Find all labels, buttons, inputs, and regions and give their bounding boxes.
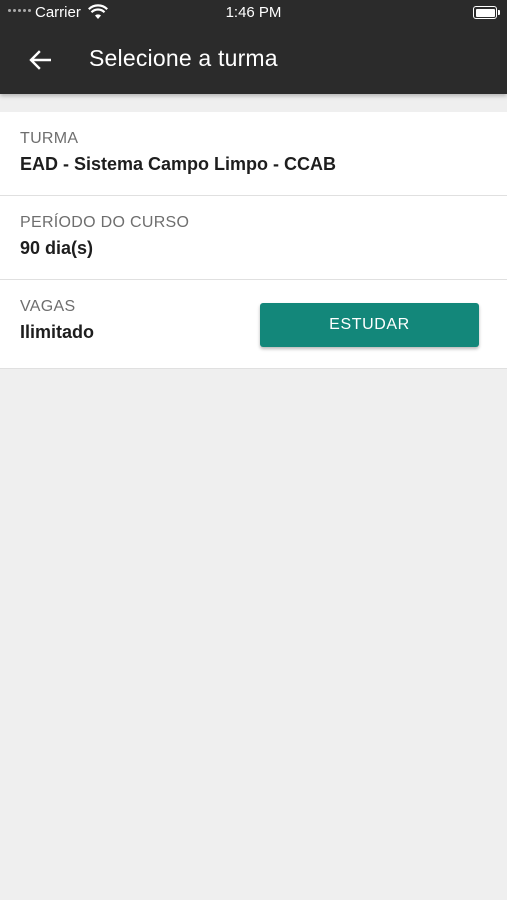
class-details-card: TURMA EAD - Sistema Campo Limpo - CCAB P… bbox=[0, 112, 507, 369]
study-button[interactable]: ESTUDAR bbox=[260, 303, 479, 347]
status-bar: Carrier 1:46 PM bbox=[0, 0, 507, 26]
vagas-row: VAGAS Ilimitado ESTUDAR bbox=[0, 280, 507, 368]
arrow-left-icon bbox=[29, 50, 51, 70]
app-bar: Carrier 1:46 PM Selecione a turma bbox=[0, 0, 507, 94]
vagas-value: Ilimitado bbox=[20, 322, 95, 342]
page-title: Selecione a turma bbox=[89, 45, 278, 71]
back-button[interactable] bbox=[24, 44, 56, 76]
periodo-value: 90 dia(s) bbox=[20, 238, 94, 258]
periodo-label: PERÍODO DO CURSO bbox=[20, 214, 190, 231]
turma-label: TURMA bbox=[20, 130, 79, 147]
turma-row: TURMA EAD - Sistema Campo Limpo - CCAB bbox=[0, 112, 507, 196]
clock: 1:46 PM bbox=[225, 4, 282, 21]
turma-value: EAD - Sistema Campo Limpo - CCAB bbox=[20, 154, 337, 174]
battery-icon bbox=[473, 6, 500, 19]
periodo-row: PERÍODO DO CURSO 90 dia(s) bbox=[0, 196, 507, 280]
vagas-label: VAGAS bbox=[20, 298, 76, 315]
